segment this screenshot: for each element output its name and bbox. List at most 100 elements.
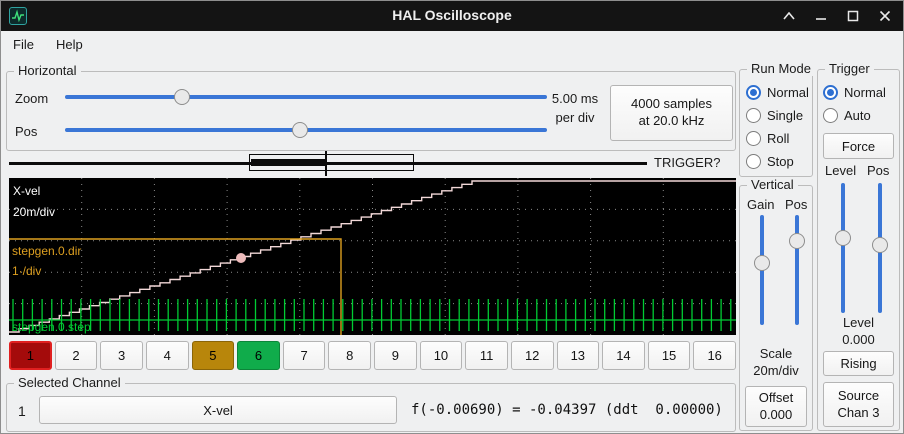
vertical-pos-slider-handle[interactable] bbox=[789, 233, 805, 249]
channel-button-6[interactable]: 6 bbox=[237, 341, 280, 370]
trigger-option-auto[interactable]: Auto bbox=[823, 104, 886, 127]
vertical-pos-slider-track[interactable] bbox=[795, 215, 799, 325]
radio-icon bbox=[746, 108, 761, 123]
offset-value: 0.000 bbox=[760, 407, 793, 424]
channel-button-12[interactable]: 12 bbox=[511, 341, 554, 370]
titlebar: HAL Oscilloscope bbox=[1, 1, 903, 31]
selected-channel-name-button[interactable]: X-vel bbox=[39, 396, 397, 424]
trigger-option-normal[interactable]: Normal bbox=[823, 81, 886, 104]
channel-button-16[interactable]: 16 bbox=[693, 341, 736, 370]
scope-label-ch1-name: X-vel bbox=[13, 184, 40, 198]
close-button[interactable] bbox=[877, 8, 893, 24]
zoom-slider-track[interactable] bbox=[65, 95, 547, 99]
trigger-mode-options: Normal Auto bbox=[823, 81, 886, 127]
trigger-level-slider[interactable] bbox=[834, 183, 852, 313]
trigger-position-tick bbox=[325, 151, 327, 176]
radio-label: Normal bbox=[767, 85, 809, 100]
vertical-pos-slider-label: Pos bbox=[785, 197, 807, 212]
trigger-status-label: TRIGGER? bbox=[654, 155, 720, 170]
trigger-level-slider-label: Level bbox=[825, 163, 856, 178]
scope-display: X-vel 20m/div stepgen.0.dir 1·/div stepg… bbox=[9, 178, 736, 335]
gain-slider[interactable] bbox=[753, 215, 771, 325]
radio-label: Auto bbox=[844, 108, 871, 123]
window: HAL Oscilloscope File Help Horizontal Zo… bbox=[0, 0, 904, 434]
scale-value: 20m/div bbox=[739, 363, 813, 378]
pos-slider[interactable] bbox=[65, 121, 547, 139]
radio-icon bbox=[746, 154, 761, 169]
pos-label: Pos bbox=[15, 124, 37, 139]
radio-icon bbox=[746, 85, 761, 100]
trigger-edge-button[interactable]: Rising bbox=[823, 351, 894, 376]
zoom-slider[interactable] bbox=[65, 88, 547, 106]
pos-slider-handle[interactable] bbox=[292, 122, 308, 138]
trigger-level-value: 0.000 bbox=[817, 332, 900, 347]
sample-rate-label: at 20.0 kHz bbox=[639, 113, 705, 130]
scope-label-dir-name: stepgen.0.dir bbox=[12, 244, 81, 258]
horizontal-group-title: Horizontal bbox=[14, 63, 81, 78]
vertical-group-title: Vertical bbox=[747, 177, 798, 192]
run-mode-title: Run Mode bbox=[747, 61, 815, 76]
channel-button-8[interactable]: 8 bbox=[328, 341, 371, 370]
close-icon bbox=[879, 10, 891, 22]
sample-count-label: 4000 samples bbox=[631, 96, 712, 113]
channel-button-2[interactable]: 2 bbox=[55, 341, 98, 370]
trigger-pos-slider[interactable] bbox=[871, 183, 889, 313]
run-mode-option-single[interactable]: Single bbox=[746, 104, 809, 127]
channel-button-5[interactable]: 5 bbox=[192, 341, 235, 370]
channel-button-14[interactable]: 14 bbox=[602, 341, 645, 370]
minimize-button[interactable] bbox=[813, 8, 829, 24]
gain-slider-label: Gain bbox=[747, 197, 774, 212]
selected-channel-number: 1 bbox=[18, 403, 26, 419]
trigger-level-slider-track[interactable] bbox=[841, 183, 845, 313]
run-mode-option-stop[interactable]: Stop bbox=[746, 150, 809, 173]
chevron-up-icon bbox=[783, 12, 795, 20]
radio-icon bbox=[823, 85, 838, 100]
trigger-level-slider-handle[interactable] bbox=[835, 230, 851, 246]
shade-button[interactable] bbox=[781, 8, 797, 24]
run-mode-option-normal[interactable]: Normal bbox=[746, 81, 809, 104]
channel-value-readout: f(-0.00690) = -0.04397 (ddt 0.00000) bbox=[411, 402, 723, 418]
gain-slider-handle[interactable] bbox=[754, 255, 770, 271]
channel-button-9[interactable]: 9 bbox=[374, 341, 417, 370]
radio-icon bbox=[823, 108, 838, 123]
trigger-source-button[interactable]: Source Chan 3 bbox=[823, 382, 894, 427]
channel-button-15[interactable]: 15 bbox=[648, 341, 691, 370]
zoom-label: Zoom bbox=[15, 91, 48, 106]
radio-label: Single bbox=[767, 108, 803, 123]
maximize-button[interactable] bbox=[845, 8, 861, 24]
channel-button-10[interactable]: 10 bbox=[420, 341, 463, 370]
record-view-window bbox=[249, 154, 414, 171]
channel-button-4[interactable]: 4 bbox=[146, 341, 189, 370]
menubar: File Help bbox=[1, 31, 903, 58]
trigger-pos-slider-label: Pos bbox=[867, 163, 889, 178]
zoom-slider-handle[interactable] bbox=[174, 89, 190, 105]
record-position-bar: TRIGGER? bbox=[9, 151, 736, 177]
scope-label-dir-scale: 1·/div bbox=[12, 264, 41, 278]
channel-button-row: 12345678910111213141516 bbox=[9, 341, 736, 370]
sample-rate-button[interactable]: 4000 samples at 20.0 kHz bbox=[610, 85, 733, 141]
channel-button-13[interactable]: 13 bbox=[557, 341, 600, 370]
trigger-group-title: Trigger bbox=[825, 61, 874, 76]
force-trigger-button[interactable]: Force bbox=[823, 133, 894, 159]
trigger-source-label: Source bbox=[838, 388, 879, 405]
channel-button-1[interactable]: 1 bbox=[9, 341, 52, 370]
vertical-pos-slider[interactable] bbox=[788, 215, 806, 325]
trigger-point-marker bbox=[236, 253, 246, 263]
radio-label: Normal bbox=[844, 85, 886, 100]
scope-traces bbox=[9, 181, 736, 335]
menu-file[interactable]: File bbox=[13, 37, 34, 52]
window-title: HAL Oscilloscope bbox=[1, 7, 903, 23]
channel-button-11[interactable]: 11 bbox=[465, 341, 508, 370]
scope-label-ch1-scale: 20m/div bbox=[13, 205, 55, 219]
channel-button-7[interactable]: 7 bbox=[283, 341, 326, 370]
offset-button[interactable]: Offset 0.000 bbox=[745, 386, 807, 427]
radio-label: Roll bbox=[767, 131, 789, 146]
offset-label: Offset bbox=[759, 390, 793, 407]
trigger-pos-slider-handle[interactable] bbox=[872, 237, 888, 253]
run-mode-option-roll[interactable]: Roll bbox=[746, 127, 809, 150]
time-per-div-value: 5.00 ms bbox=[544, 91, 606, 106]
channel-button-3[interactable]: 3 bbox=[100, 341, 143, 370]
trigger-level-label: Level bbox=[817, 315, 900, 330]
menu-help[interactable]: Help bbox=[56, 37, 83, 52]
minimize-icon bbox=[815, 10, 827, 22]
